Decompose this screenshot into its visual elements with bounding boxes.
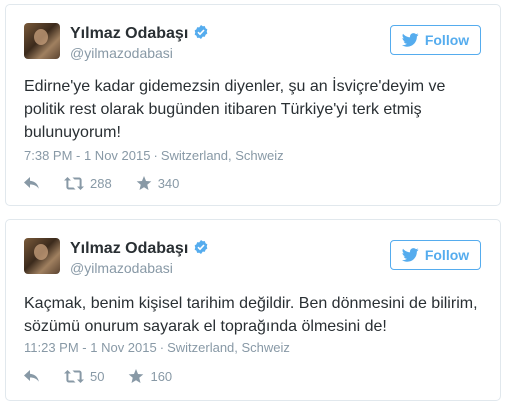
reply-button[interactable] [24,176,40,190]
author-handle[interactable]: @yilmazodabasi [70,260,173,276]
reply-icon [24,369,39,382]
follow-button[interactable]: Follow [390,240,481,270]
like-button[interactable]: 340 [136,175,180,191]
reply-button[interactable] [24,369,40,383]
meta-separator: · [153,148,158,163]
star-icon [129,368,144,383]
follow-button-label: Follow [424,32,470,48]
star-icon [136,175,152,190]
tweet-card: Yılmaz Odabaşı @yilmazodabasi Follow Edi… [5,4,501,206]
tweet-timestamp[interactable]: 7:38 PM - 1 Nov 2015 [24,148,150,163]
like-count: 160 [150,368,173,384]
retweet-icon [64,369,84,383]
tweet-text: Kaçmak, benim kişisel tarihim değildir. … [24,295,478,335]
like-count: 340 [157,175,180,191]
retweet-count: 288 [90,175,112,191]
retweet-button[interactable]: 288 [64,176,112,191]
author-name-line[interactable]: Yılmaz Odabaşı [70,239,209,258]
twitter-bird-icon [401,248,419,262]
tweet-actions: 50 160 [24,366,196,386]
like-button[interactable]: 160 [128,368,173,384]
follow-button[interactable]: Follow [390,25,481,55]
meta-separator: · [159,340,165,355]
author-name-line[interactable]: Yılmaz Odabaşı [70,24,209,43]
retweet-count: 50 [90,368,105,384]
avatar[interactable] [24,23,60,59]
reply-icon [24,176,39,189]
tweet-timestamp[interactable]: 11:23 PM - 1 Nov 2015 [24,340,157,355]
follow-button-label: Follow [424,247,470,263]
retweet-icon [64,176,84,190]
tweet-card: Yılmaz Odabaşı @yilmazodabasi Follow Kaç… [5,219,501,401]
tweet-meta: 11:23 PM - 1 Nov 2015 · Switzerland, Schwe… [24,340,290,355]
verified-badge-icon [194,240,208,254]
avatar[interactable] [24,238,60,274]
author-name[interactable]: Yılmaz Odabaşı [70,240,188,257]
retweet-button[interactable]: 50 [64,369,104,384]
tweet-actions: 288 340 [24,173,203,193]
tweet-location[interactable]: Switzerland, Schweiz [167,340,290,355]
author-handle[interactable]: @yilmazodabasi [70,45,173,61]
twitter-bird-icon [401,33,419,47]
tweet-text: Edirne'ye kadar gidemezsin diyenler, şu … [24,78,446,141]
verified-badge-icon [194,25,208,39]
tweet-location[interactable]: Switzerland, Schweiz [161,148,284,163]
tweet-meta: 7:38 PM - 1 Nov 2015 · Switzerland, Schwei… [24,148,284,163]
author-name[interactable]: Yılmaz Odabaşı [70,25,188,42]
